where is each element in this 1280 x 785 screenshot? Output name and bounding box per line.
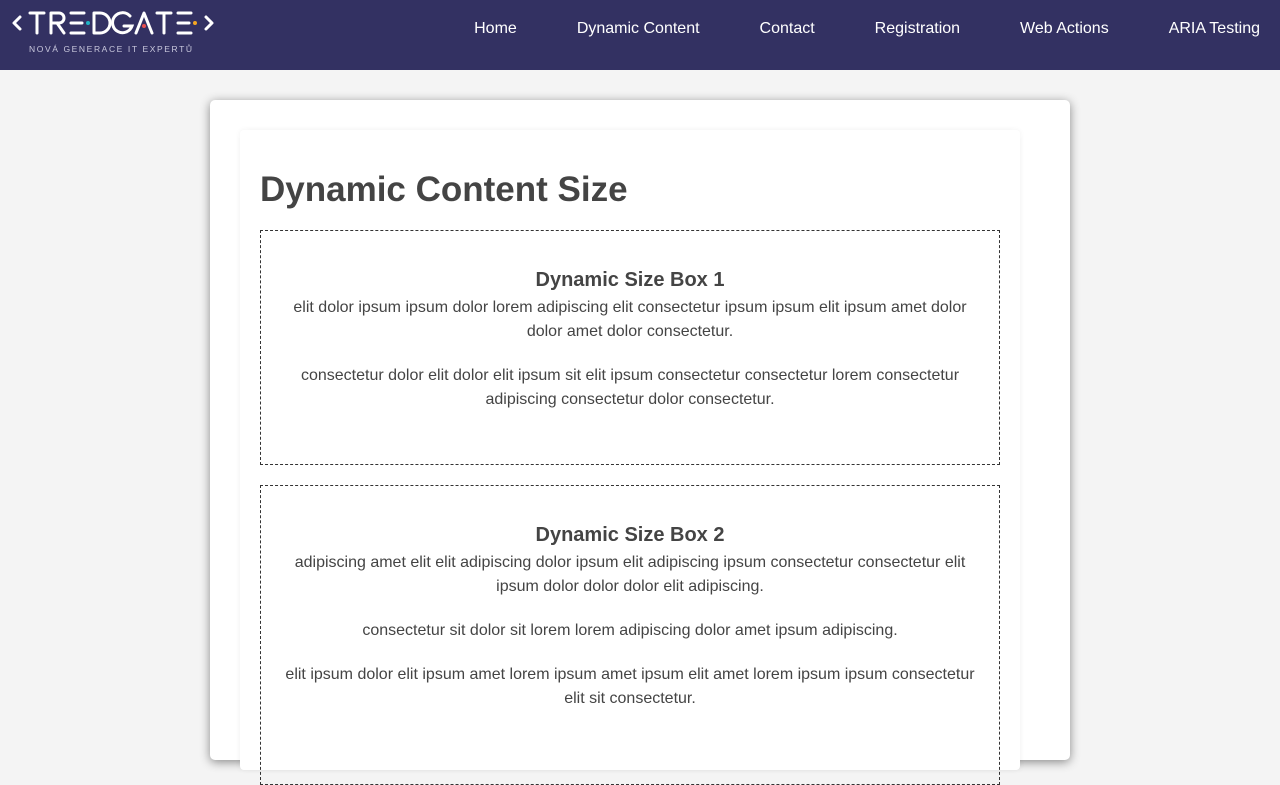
nav-registration[interactable]: Registration (875, 20, 960, 38)
box-paragraph: elit ipsum dolor elit ipsum amet lorem i… (285, 666, 975, 707)
page-title: Dynamic Content Size (260, 170, 628, 209)
box-paragraph: adipiscing amet elit elit adipiscing dol… (294, 554, 966, 595)
logo-mark (12, 11, 214, 35)
tredgate-logo[interactable]: NOVÁ GENERACE IT EXPERTŮ (10, 8, 220, 58)
box-paragraph: elit dolor ipsum ipsum dolor lorem adipi… (293, 299, 967, 340)
dynamic-size-box-1: Dynamic Size Box 1 elit dolor ipsum ipsu… (260, 230, 1000, 465)
box-paragraph: consectetur sit dolor sit lorem lorem ad… (362, 622, 898, 639)
logo-tagline: NOVÁ GENERACE IT EXPERTŮ (29, 44, 194, 54)
box-title: Dynamic Size Box 1 (535, 269, 725, 291)
dynamic-content-panel: Dynamic Content Size Dynamic Size Box 1 … (240, 130, 1020, 785)
nav-dynamic-content[interactable]: Dynamic Content (577, 20, 700, 38)
box-title: Dynamic Size Box 2 (535, 524, 725, 546)
nav-web-actions[interactable]: Web Actions (1020, 20, 1109, 38)
dynamic-size-box-2: Dynamic Size Box 2 adipiscing amet elit … (260, 485, 1000, 785)
nav-contact[interactable]: Contact (760, 20, 815, 38)
box-paragraph: consectetur dolor elit dolor elit ipsum … (300, 367, 960, 408)
nav-aria-testing[interactable]: ARIA Testing (1169, 20, 1260, 38)
main-nav: Home Dynamic Content Contact Registratio… (474, 0, 1260, 58)
nav-home[interactable]: Home (474, 20, 517, 38)
content-card: Dynamic Content Size Dynamic Size Box 1 … (210, 100, 1070, 785)
top-navbar: NOVÁ GENERACE IT EXPERTŮ Home Dynamic Co… (0, 0, 1280, 70)
